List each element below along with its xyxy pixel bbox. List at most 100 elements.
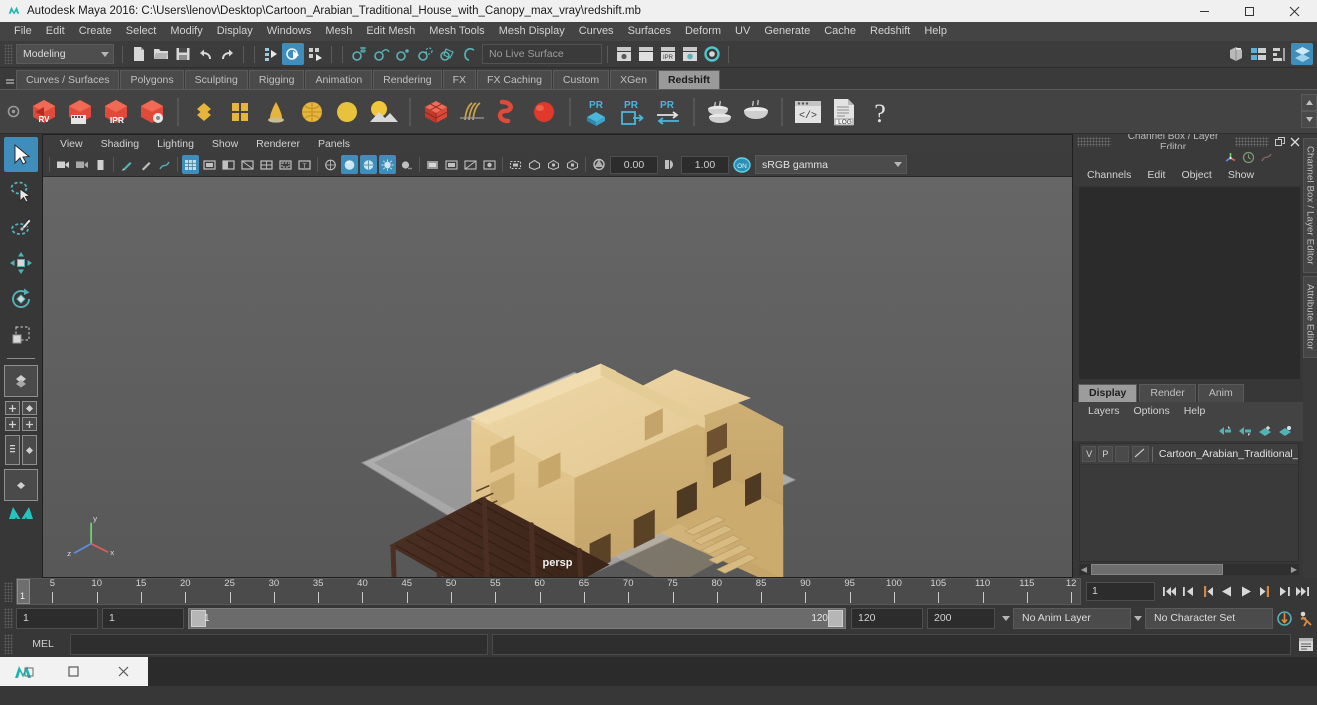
- show-tool-settings-icon[interactable]: [1269, 43, 1291, 65]
- new-layer-icon[interactable]: [1255, 423, 1275, 440]
- close-panel-icon[interactable]: [1288, 136, 1301, 148]
- shelf-redshift-render-settings[interactable]: [134, 94, 170, 130]
- shelf-tab-redshift[interactable]: Redshift: [657, 70, 720, 89]
- menu-set-selector[interactable]: Modeling: [16, 44, 114, 64]
- shelf-scroll-up-icon[interactable]: [1301, 94, 1317, 111]
- show-outliner-icon[interactable]: [1225, 43, 1247, 65]
- auto-keyframe-icon[interactable]: [1273, 608, 1295, 628]
- viewport-menu-renderer[interactable]: Renderer: [247, 135, 309, 153]
- range-start-field[interactable]: 1: [102, 607, 184, 629]
- step-forward-frame-icon[interactable]: [1255, 582, 1274, 602]
- shelf-redshift-render-sequence[interactable]: [62, 94, 98, 130]
- shelf-redshift-lights-dome[interactable]: [186, 94, 222, 130]
- shelf-tab-fx-caching[interactable]: FX Caching: [477, 70, 552, 89]
- menu-deform[interactable]: Deform: [678, 22, 728, 41]
- shelf-redshift-help[interactable]: ?: [862, 94, 898, 130]
- command-line-grip[interactable]: [4, 634, 13, 654]
- smooth-shade-icon[interactable]: [341, 155, 358, 174]
- shelf-tab-rendering[interactable]: Rendering: [373, 70, 442, 89]
- current-frame-field[interactable]: 1: [1086, 582, 1155, 601]
- shelf-redshift-log[interactable]: LOG: [826, 94, 862, 130]
- command-language-label[interactable]: MEL: [16, 638, 70, 650]
- menu-mesh-display[interactable]: Mesh Display: [492, 22, 572, 41]
- step-forward-keyframe-icon[interactable]: [1274, 582, 1293, 602]
- safe-action-icon[interactable]: [277, 155, 294, 174]
- exposure-icon[interactable]: [590, 155, 607, 174]
- make-live-icon[interactable]: [458, 43, 480, 65]
- show-attribute-editor-icon[interactable]: [1247, 43, 1269, 65]
- input-output-icon[interactable]: [1257, 150, 1275, 165]
- safe-title-icon[interactable]: T: [296, 155, 313, 174]
- shelf-redshift-area-light[interactable]: [222, 94, 258, 130]
- layer-color-swatch[interactable]: [1131, 446, 1149, 462]
- current-time-indicator[interactable]: 1: [17, 579, 30, 604]
- shelf-tab-fx[interactable]: FX: [442, 70, 477, 89]
- depth-of-field-icon[interactable]: [481, 155, 498, 174]
- select-camera-icon[interactable]: [54, 155, 71, 174]
- range-slider-grip[interactable]: [4, 608, 13, 628]
- move-tool[interactable]: [4, 245, 38, 280]
- hypershade-icon[interactable]: [701, 43, 723, 65]
- chevron-down-icon[interactable]: [999, 609, 1013, 628]
- panel-drag-handle[interactable]: [1235, 136, 1269, 147]
- shelf-tab-rigging[interactable]: Rigging: [248, 70, 305, 89]
- menu-cache[interactable]: Cache: [817, 22, 863, 41]
- gamma-icon[interactable]: [661, 155, 678, 174]
- viewport-menu-show[interactable]: Show: [203, 135, 247, 153]
- camera-attributes-icon[interactable]: [92, 155, 109, 174]
- step-back-frame-icon[interactable]: [1198, 582, 1217, 602]
- time-slider[interactable]: 1 5 10 15 20 25 30 35 40 45 50 55 60 65 70 75 80 85 90 95 1…: [16, 578, 1081, 605]
- paint-select-tool[interactable]: [4, 209, 38, 244]
- render-settings-icon[interactable]: [679, 43, 701, 65]
- script-editor-icon[interactable]: [1295, 634, 1317, 654]
- menu-select[interactable]: Select: [119, 22, 164, 41]
- sidetab-channel-box-layer-editor[interactable]: Channel Box / Layer Editor: [1302, 138, 1317, 273]
- go-to-end-icon[interactable]: [1293, 582, 1312, 602]
- render-view-icon[interactable]: [613, 43, 635, 65]
- shelf-redshift-proxy-export[interactable]: PR: [578, 94, 614, 130]
- move-layer-down-icon[interactable]: [1235, 423, 1255, 440]
- save-scene-icon[interactable]: [172, 43, 194, 65]
- layer-vis-toggle[interactable]: V: [1082, 446, 1097, 462]
- layout-outliner-persp[interactable]: [5, 435, 37, 465]
- viewport-menu-view[interactable]: View: [51, 135, 92, 153]
- layer-playback-toggle[interactable]: P: [1098, 446, 1113, 462]
- menu-mesh[interactable]: Mesh: [318, 22, 359, 41]
- lasso-select-tool[interactable]: [4, 173, 38, 208]
- undo-icon[interactable]: [194, 43, 216, 65]
- close-button[interactable]: [1272, 0, 1317, 22]
- two-d-pan-zoom-icon[interactable]: [156, 155, 173, 174]
- range-slider[interactable]: 1 120: [188, 607, 846, 629]
- channel-box-menu-edit[interactable]: Edit: [1139, 166, 1173, 185]
- anim-layer-selector[interactable]: No Anim Layer: [1013, 607, 1131, 629]
- shelf-redshift-hair[interactable]: [454, 94, 490, 130]
- snap-to-projected-center-icon[interactable]: [414, 43, 436, 65]
- menu-edit[interactable]: Edit: [39, 22, 72, 41]
- play-forwards-icon[interactable]: [1236, 582, 1255, 602]
- bookmark-icon[interactable]: [118, 155, 135, 174]
- shelf-scroll-down-icon[interactable]: [1301, 111, 1317, 128]
- shelf-tab-grip[interactable]: [4, 71, 16, 89]
- shelf-options-icon[interactable]: [0, 90, 26, 133]
- layer-menu-options[interactable]: Options: [1127, 402, 1177, 421]
- hardware-texturing-icon[interactable]: [360, 155, 377, 174]
- select-by-hierarchy-icon[interactable]: [260, 43, 282, 65]
- snap-to-grid-icon[interactable]: [348, 43, 370, 65]
- grid-icon[interactable]: [182, 155, 199, 174]
- menu-help[interactable]: Help: [917, 22, 954, 41]
- shelf-redshift-script-editor[interactable]: </>: [790, 94, 826, 130]
- animation-end-field[interactable]: 200: [927, 607, 995, 629]
- axis-gizmo-icon[interactable]: [1221, 150, 1239, 165]
- shelf-tab-custom[interactable]: Custom: [552, 70, 610, 89]
- layout-single-perspective-view[interactable]: [4, 365, 38, 397]
- resolution-gate-icon[interactable]: [220, 155, 237, 174]
- image-plane-icon[interactable]: [137, 155, 154, 174]
- chevron-down-icon[interactable]: [1131, 609, 1145, 628]
- viewport-menu-lighting[interactable]: Lighting: [148, 135, 203, 153]
- panel-drag-handle[interactable]: [1077, 136, 1111, 147]
- shelf-redshift-curve[interactable]: [490, 94, 526, 130]
- shelf-tab-xgen[interactable]: XGen: [610, 70, 657, 89]
- render-current-frame-icon[interactable]: [635, 43, 657, 65]
- restore-window-icon[interactable]: [59, 661, 89, 683]
- channel-box-list[interactable]: [1079, 187, 1300, 379]
